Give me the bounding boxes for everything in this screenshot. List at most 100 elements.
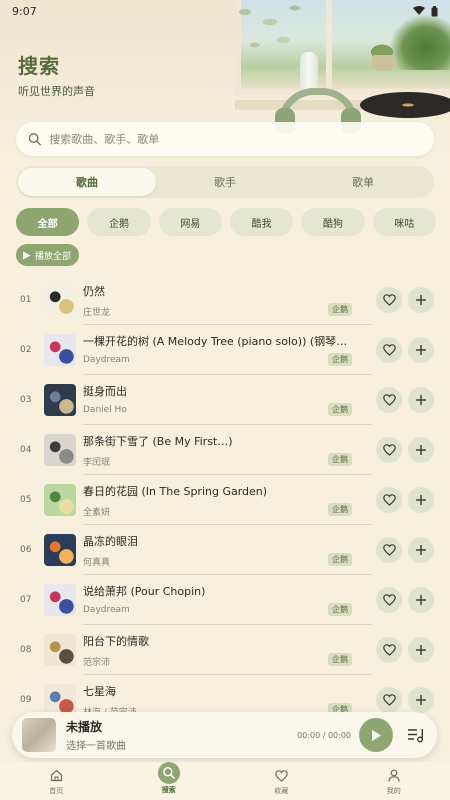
source-badge: 企鹅 (328, 303, 352, 316)
song-title: 一棵开花的树 (A Melody Tree (piano solo)) (钢琴独… (83, 335, 353, 348)
nav-favorites[interactable]: 收藏 (225, 762, 338, 800)
playlist-queue-button[interactable] (405, 724, 427, 746)
play-all-label: 播放全部 (35, 251, 72, 262)
source-chip-all[interactable]: 全部 (16, 208, 80, 236)
add-to-playlist-button[interactable] (408, 537, 434, 563)
now-playing-subtitle: 选择一首歌曲 (66, 741, 126, 752)
heart-icon (382, 644, 396, 656)
favorite-button[interactable] (376, 437, 402, 463)
song-title: 说给萧邦 (Pour Chopin) (83, 585, 206, 598)
favorite-button[interactable] (376, 287, 402, 313)
nav-home[interactable]: 首页 (0, 762, 113, 800)
song-info: 那条街下雪了 (Be My First…) 李闰珉 企鹅 (83, 433, 352, 468)
add-to-playlist-button[interactable] (408, 687, 434, 713)
song-title: 那条街下雪了 (Be My First…) (83, 435, 233, 448)
source-chip-qq[interactable]: 企鹅 (87, 208, 151, 236)
status-icons (413, 5, 438, 17)
song-row[interactable]: 05 春日的花园 (In The Spring Garden) 全素妍 企鹅 (0, 475, 450, 525)
home-icon (50, 769, 62, 782)
nav-label: 我的 (386, 786, 401, 795)
favorite-button[interactable] (376, 587, 402, 613)
song-index: 03 (20, 395, 32, 405)
song-index: 08 (20, 645, 32, 655)
heart-icon (382, 444, 396, 456)
add-to-playlist-button[interactable] (408, 437, 434, 463)
bottom-navigation: 首页 搜索 收藏 我的 (0, 761, 450, 800)
song-title: 阳台下的情歌 (83, 635, 149, 648)
favorite-button[interactable] (376, 337, 402, 363)
song-row[interactable]: 07 说给萧邦 (Pour Chopin) Daydream 企鹅 (0, 575, 450, 625)
source-chip-kuwo[interactable]: 酷我 (229, 208, 294, 236)
favorite-button[interactable] (376, 687, 402, 713)
album-cover (44, 284, 76, 316)
song-row[interactable]: 08 阳台下的情歌 范宗沛 企鹅 (0, 625, 450, 675)
song-actions (376, 637, 434, 663)
plus-icon (416, 345, 426, 355)
plus-icon (416, 645, 426, 655)
song-row[interactable]: 02 一棵开花的树 (A Melody Tree (piano solo)) (… (0, 325, 450, 375)
nav-icon-wrap (157, 761, 180, 784)
song-info: 挺身而出 Daniel Ho 企鹅 (83, 383, 352, 417)
song-row[interactable]: 04 那条街下雪了 (Be My First…) 李闰珉 企鹅 (0, 425, 450, 475)
add-to-playlist-button[interactable] (408, 287, 434, 313)
nav-search[interactable]: 搜索 (113, 761, 226, 800)
heart-icon (274, 769, 288, 782)
heart-icon (382, 394, 396, 406)
song-title: 仍然 (83, 285, 105, 298)
nav-icon-wrap (385, 767, 403, 785)
song-actions (376, 287, 434, 313)
song-row[interactable]: 06 晶冻的眼泪 何真真 企鹅 (0, 525, 450, 575)
status-bar: 9:07 (0, 0, 450, 22)
page-title: 搜索 (18, 54, 60, 78)
nav-profile[interactable]: 我的 (338, 762, 450, 800)
now-playing-cover (22, 718, 56, 752)
song-info: 春日的花园 (In The Spring Garden) 全素妍 企鹅 (83, 483, 352, 518)
album-cover (44, 384, 76, 416)
favorite-button[interactable] (376, 487, 402, 513)
favorite-button[interactable] (376, 537, 402, 563)
favorite-button[interactable] (376, 387, 402, 413)
song-index: 06 (20, 545, 32, 555)
header-text: 搜索 听见世界的声音 (18, 50, 95, 99)
battery-icon (431, 5, 438, 16)
song-artist: 庄世龙 (83, 308, 111, 318)
tab-playlists[interactable]: 歌单 (294, 168, 432, 196)
play-pause-button[interactable] (359, 718, 393, 752)
search-bar[interactable] (16, 122, 434, 156)
add-to-playlist-button[interactable] (408, 337, 434, 363)
song-actions (376, 687, 434, 713)
search-input[interactable] (49, 132, 422, 146)
add-to-playlist-button[interactable] (408, 487, 434, 513)
user-icon (388, 769, 400, 782)
play-all-button[interactable]: 播放全部 (16, 244, 80, 266)
favorite-button[interactable] (376, 637, 402, 663)
song-row[interactable]: 01 仍然 庄世龙 企鹅 (0, 275, 450, 325)
type-tabs: 歌曲 歌手 歌单 (16, 166, 434, 198)
plus-icon (416, 445, 426, 455)
source-chip-netease[interactable]: 网易 (158, 208, 222, 236)
source-badge: 企鹅 (328, 553, 352, 566)
song-title: 春日的花园 (In The Spring Garden) (83, 485, 268, 498)
nav-label: 搜索 (161, 785, 176, 794)
album-cover (44, 634, 76, 666)
song-actions (376, 387, 434, 413)
add-to-playlist-button[interactable] (408, 637, 434, 663)
tab-songs[interactable]: 歌曲 (18, 168, 156, 196)
plus-icon (416, 595, 426, 605)
song-row[interactable]: 03 挺身而出 Daniel Ho 企鹅 (0, 375, 450, 425)
add-to-playlist-button[interactable] (408, 587, 434, 613)
status-time: 9:07 (12, 4, 37, 18)
plus-icon (416, 695, 426, 705)
song-actions (376, 587, 434, 613)
mini-player[interactable]: 未播放 选择一首歌曲 00:00 / 00:00 (12, 712, 437, 758)
tab-artists[interactable]: 歌手 (156, 168, 294, 196)
song-actions (376, 537, 434, 563)
source-chip-migu[interactable]: 咪咕 (372, 208, 436, 236)
add-to-playlist-button[interactable] (408, 387, 434, 413)
search-icon (28, 133, 41, 146)
song-index: 07 (20, 595, 32, 605)
heart-icon (382, 294, 396, 306)
source-chip-kugou[interactable]: 酷狗 (301, 208, 365, 236)
heart-icon (382, 494, 396, 506)
pot-illustration (372, 55, 396, 71)
